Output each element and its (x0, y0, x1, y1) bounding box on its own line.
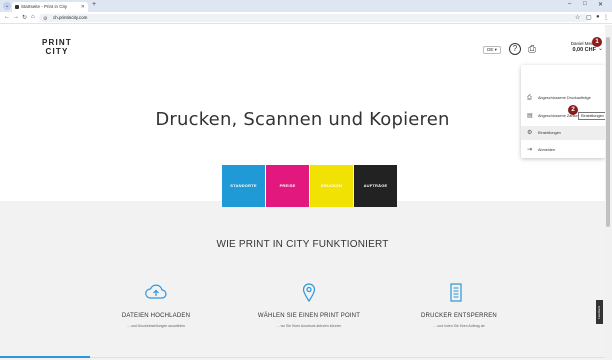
step-sub-unlock: ... und holen Sie Ihren Auftrag ab (433, 324, 485, 328)
menu-item-print-history[interactable]: ⎙ Abgeschlossene Druckaufträge (521, 91, 605, 105)
browser-toolbar: ← → ↻ ⌂ ⚙ ch.printincity.com ☆ ▢ ● ⋮ (0, 12, 612, 24)
standorte-button[interactable]: STANDORTE (222, 165, 265, 207)
step-sub-printpoint: ... wo Sie Ihren Ausdruck abholen können (276, 324, 342, 328)
step-sub-upload: ... und Druckeinstellungen auswählen (126, 324, 186, 328)
auftraege-button[interactable]: AUFTRÄGE (354, 165, 397, 207)
forward-icon[interactable]: → (13, 14, 19, 20)
step-title-printpoint: WÄHLEN SIE EINEN PRINT POINT (257, 313, 361, 319)
user-balance[interactable]: 0,00 CHF (560, 47, 596, 53)
user-name[interactable]: Daniel Meier (560, 41, 596, 46)
bookmark-star-icon[interactable]: ☆ (575, 14, 580, 21)
menu-item-settings[interactable]: ⚙ Einstellungen (521, 126, 605, 140)
page-content: PRINT CITY DE ▾ ? ⎙ Daniel Meier 0,00 CH… (0, 25, 605, 360)
new-tab-button[interactable]: + (92, 1, 96, 8)
payments-icon: ▤ (527, 113, 533, 119)
how-it-works-title: WIE PRINT IN CITY FUNKTIONIERT (216, 239, 389, 250)
print-history-icon: ⎙ (527, 95, 532, 101)
browser-menu-icon[interactable]: ⋮ (603, 14, 609, 21)
address-bar[interactable]: ⚙ ch.printincity.com (39, 14, 589, 22)
language-select[interactable]: DE ▾ (483, 46, 501, 54)
step-badge-1: 1 (592, 37, 602, 47)
bottom-divider (90, 357, 605, 358)
profile-icon[interactable]: ● (596, 14, 600, 20)
step-badge-2: 2 (568, 105, 578, 115)
step-title-unlock: DRUCKER ENTSPERREN (421, 313, 497, 319)
extensions-icon[interactable]: ▢ (586, 14, 592, 21)
hero-title: Drucken, Scannen und Kopieren (155, 109, 450, 130)
drucken-button[interactable]: DRUCKEN (310, 165, 353, 207)
page-scrollbar[interactable] (605, 25, 612, 360)
step-title-upload: DATEIEN HOCHLADEN (121, 313, 191, 319)
how-it-works-section (0, 201, 605, 360)
scrollbar-thumb[interactable] (606, 37, 610, 227)
feedback-tab[interactable]: Feedback (596, 300, 603, 324)
bottom-accent-bar (0, 356, 90, 358)
tab-title: Startseite - Print in City (21, 4, 68, 9)
browser-tab[interactable]: Startseite - Print in City ✕ (12, 2, 88, 12)
back-icon[interactable]: ← (4, 14, 10, 20)
site-info-icon[interactable]: ⚙ (43, 15, 47, 23)
minimize-icon[interactable]: – (568, 1, 571, 7)
preise-button[interactable]: PREISE (266, 165, 309, 207)
browser-tab-strip: ⌄ Startseite - Print in City ✕ + – □ ✕ (0, 0, 612, 12)
printer-icon[interactable]: ⎙ (528, 44, 536, 55)
settings-tooltip: Einstellungen (578, 112, 605, 120)
print-city-logo[interactable]: PRINT CITY (37, 38, 77, 56)
cloud-upload-icon (145, 283, 167, 306)
help-icon[interactable]: ? (509, 43, 521, 55)
reload-icon[interactable]: ↻ (22, 14, 27, 21)
location-pin-icon (302, 283, 316, 307)
tab-close-icon[interactable]: ✕ (81, 2, 85, 12)
home-icon[interactable]: ⌂ (31, 14, 35, 20)
url-text: ch.printincity.com (53, 15, 88, 20)
gear-icon: ⚙ (527, 130, 533, 136)
tab-favicon-icon (15, 5, 19, 9)
document-icon (449, 283, 463, 307)
close-window-icon[interactable]: ✕ (598, 1, 603, 8)
menu-item-logout[interactable]: ⇥ Abmelden (521, 143, 605, 157)
logout-icon: ⇥ (527, 147, 533, 153)
maximize-icon[interactable]: □ (583, 1, 587, 7)
tab-search-icon[interactable]: ⌄ (3, 2, 11, 10)
